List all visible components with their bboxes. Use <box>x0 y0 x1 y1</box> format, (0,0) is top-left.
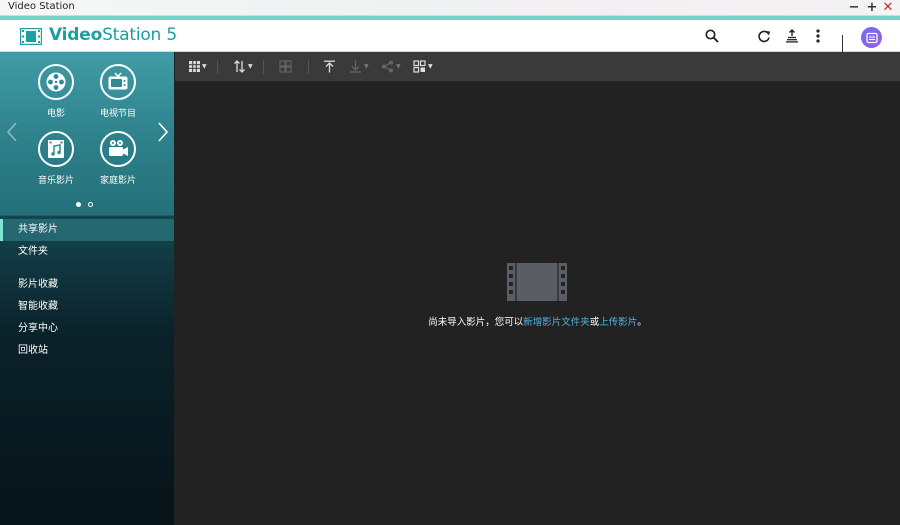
empty-state-message: 尚未导入影片，您可以新增影片文件夹或上传影片。 <box>175 314 900 328</box>
shortcut-movies-circle <box>38 64 74 100</box>
toolbar: ▼ ▼ ▼ ▼ ▼ <box>175 52 900 81</box>
multi-select-button[interactable]: ▼ <box>413 58 433 75</box>
chevron-right-icon[interactable] <box>156 120 170 144</box>
caret-down-icon: ▼ <box>364 63 369 70</box>
filter-button[interactable] <box>279 58 292 75</box>
film-strip-logo-icon <box>20 28 42 45</box>
sidebar-nav: 共享影片 文件夹 影片收藏 智能收藏 分享中心 回收站 <box>0 219 174 362</box>
toolbar-separator <box>217 60 218 74</box>
sidebar-item-folders[interactable]: 文件夹 <box>0 241 174 263</box>
grid-view-icon <box>189 61 200 72</box>
multi-select-icon <box>413 60 426 73</box>
shortcut-tv-circle <box>100 64 136 100</box>
refresh-icon <box>758 30 770 43</box>
header-separator <box>842 35 843 52</box>
home-video-camera-icon <box>109 140 128 156</box>
shortcut-label: 电视节目 <box>99 109 136 119</box>
upload-icon <box>324 60 335 73</box>
film-reel-icon <box>46 72 66 92</box>
maximize-button[interactable]: + <box>864 0 880 16</box>
shortcut-home-videos[interactable]: 家庭影片 <box>88 131 148 186</box>
shortcut-tv-shows[interactable]: 电视节目 <box>88 64 148 119</box>
pager-dot-1[interactable] <box>76 202 81 207</box>
shortcut-label: 家庭影片 <box>99 176 136 186</box>
avatar-icon <box>865 32 878 43</box>
app-header: VideoStation 5 <box>0 20 900 52</box>
shortcut-label: 电影 <box>46 109 65 119</box>
sidebar: 电影 电视节目 音乐影片 家庭影片 共享影片 文件夹 影片收藏 智能收藏 分享中… <box>0 52 174 525</box>
pager-dot-2[interactable] <box>88 202 93 207</box>
empty-prefix: 尚未导入影片，您可以 <box>428 317 524 328</box>
filter-icon <box>279 60 292 73</box>
sidebar-item-collections[interactable]: 影片收藏 <box>0 274 174 296</box>
chevron-left-icon[interactable] <box>5 120 19 144</box>
search-icon <box>705 29 719 43</box>
more-options-icon <box>816 29 820 43</box>
caret-down-icon: ▼ <box>248 63 253 70</box>
upload-button[interactable] <box>323 58 336 75</box>
sidebar-item-recycle-bin[interactable]: 回收站 <box>0 340 174 362</box>
caret-down-icon: ▼ <box>202 63 207 70</box>
share-icon <box>382 60 393 73</box>
sidebar-item-shared-videos[interactable]: 共享影片 <box>0 219 174 241</box>
caret-down-icon: ▼ <box>396 63 401 70</box>
brand-rest: Station 5 <box>102 25 177 45</box>
refresh-button[interactable] <box>754 26 774 46</box>
download-icon <box>350 60 361 73</box>
search-button[interactable] <box>702 26 722 46</box>
sort-icon <box>234 60 245 73</box>
share-button[interactable]: ▼ <box>381 58 401 75</box>
background-tasks-button[interactable] <box>782 26 802 46</box>
close-button[interactable]: ✕ <box>880 0 896 16</box>
minimize-button[interactable]: − <box>846 0 862 16</box>
brand-bold: Video <box>49 25 103 45</box>
app-brand: VideoStation 5 <box>49 25 177 45</box>
shortcut-movies[interactable]: 电影 <box>26 64 86 119</box>
upload-video-link[interactable]: 上传影片 <box>599 317 637 328</box>
window-titlebar: Video Station − + ✕ <box>0 0 900 16</box>
empty-suffix: 。 <box>637 317 647 328</box>
music-video-icon <box>48 140 64 158</box>
shortcut-music-videos[interactable]: 音乐影片 <box>26 131 86 186</box>
sort-button[interactable]: ▼ <box>233 58 253 75</box>
shortcut-label: 音乐影片 <box>37 176 74 186</box>
empty-middle: 或 <box>589 317 600 328</box>
main-content: 尚未导入影片，您可以新增影片文件夹或上传影片。 <box>175 81 900 525</box>
add-video-folder-link[interactable]: 新增影片文件夹 <box>523 317 590 328</box>
tv-icon <box>108 72 128 90</box>
caret-down-icon: ▼ <box>428 63 433 70</box>
background-tasks-icon <box>786 29 798 43</box>
view-mode-button[interactable]: ▼ <box>189 58 207 75</box>
sidebar-item-smart-collections[interactable]: 智能收藏 <box>0 296 174 318</box>
download-button[interactable]: ▼ <box>349 58 369 75</box>
more-options-button[interactable] <box>808 26 828 46</box>
window-title: Video Station <box>8 1 75 12</box>
shortcut-music-circle <box>38 131 74 167</box>
toolbar-separator <box>308 60 309 74</box>
avatar[interactable] <box>861 27 882 48</box>
shortcut-home-circle <box>100 131 136 167</box>
shortcut-pager <box>76 202 93 207</box>
empty-video-icon <box>507 263 567 301</box>
sidebar-item-share-center[interactable]: 分享中心 <box>0 318 174 340</box>
toolbar-separator <box>263 60 264 74</box>
shortcut-panel: 电影 电视节目 音乐影片 家庭影片 <box>0 52 174 216</box>
